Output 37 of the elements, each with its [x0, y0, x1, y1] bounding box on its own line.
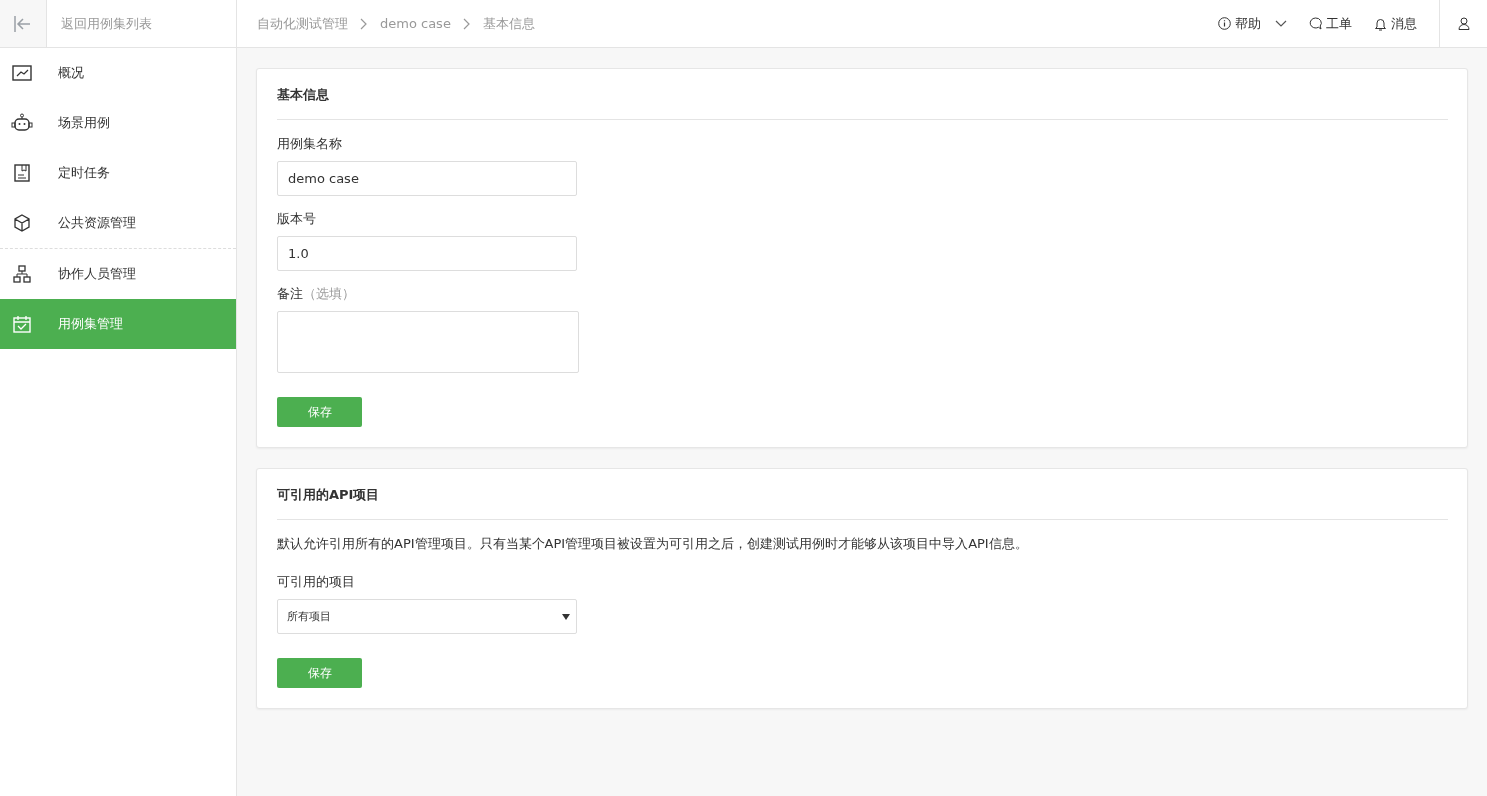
field-label: 用例集名称 — [277, 136, 342, 151]
sidebar-item[interactable]: 公共资源管理 — [0, 198, 236, 248]
card-title: 基本信息 — [277, 69, 1448, 120]
back-arrow-icon — [13, 14, 33, 33]
collapse-button[interactable] — [0, 0, 47, 47]
bell-icon — [1374, 16, 1387, 31]
field-label: 可引用的项目 — [277, 574, 355, 589]
sidebar-item[interactable]: 概况 — [0, 48, 236, 98]
calendar-check-icon — [11, 315, 33, 333]
chevron-right-icon — [462, 17, 471, 30]
project-select[interactable]: 所有项目 — [277, 599, 577, 634]
sidebar-item[interactable]: 场景用例 — [0, 98, 236, 148]
sidebar-item[interactable]: 定时任务 — [0, 148, 236, 198]
header-action-button[interactable]: 帮助 — [1218, 14, 1287, 33]
description-text: 默认允许引用所有的API管理项目。只有当某个API管理项目被设置为可引用之后，创建测试用例时才能够从该项目中导入API信息。 — [277, 535, 1029, 553]
user-icon — [1457, 17, 1470, 30]
chat-bubble-icon — [1309, 17, 1322, 30]
breadcrumb-item: 基本信息 — [482, 14, 535, 33]
chevron-down-icon — [1275, 19, 1287, 28]
field-label: 备注 — [277, 286, 303, 301]
cube-icon — [11, 214, 33, 232]
header-action-button[interactable]: 工单 — [1309, 14, 1352, 33]
input-field[interactable]: demo case — [277, 161, 577, 196]
optional-note: （选填） — [303, 286, 355, 301]
chart-icon — [11, 64, 33, 82]
card-title: 可引用的API项目 — [277, 469, 1448, 520]
textarea-field[interactable] — [277, 311, 579, 373]
input-field[interactable]: 1.0 — [277, 236, 577, 271]
dropdown-triangle-icon — [562, 613, 570, 620]
chevron-right-icon — [360, 17, 368, 30]
robot-icon — [11, 113, 33, 133]
info-icon — [1218, 17, 1231, 30]
header-action-button[interactable]: 消息 — [1374, 14, 1417, 33]
field-label: 版本号 — [277, 211, 316, 226]
sidebar-item[interactable]: 协作人员管理 — [0, 249, 236, 299]
hierarchy-icon — [11, 265, 33, 283]
document-icon — [11, 164, 33, 182]
